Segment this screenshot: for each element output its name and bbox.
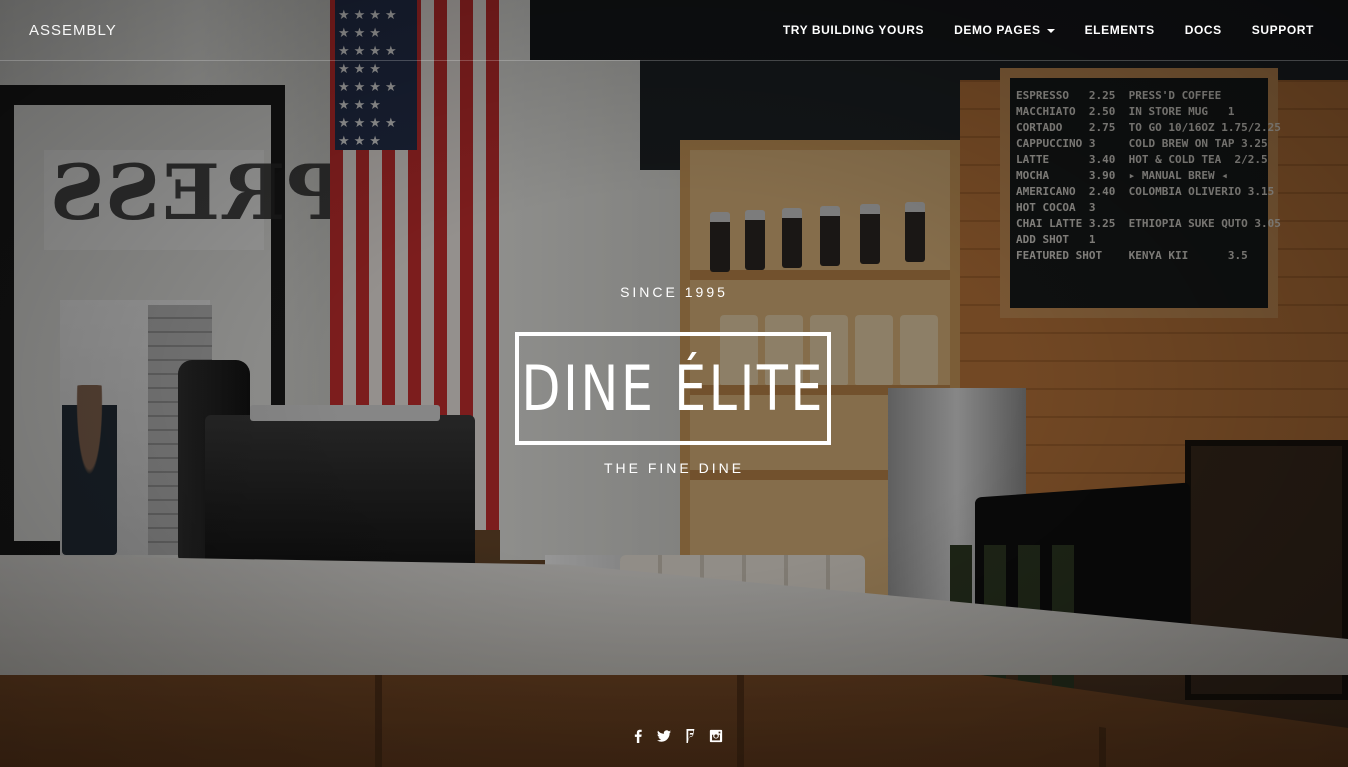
hero-since-text: SINCE 1995 bbox=[620, 284, 728, 300]
hero-title-box: DINE ÉLITE bbox=[515, 332, 831, 445]
nav-link-label: DEMO PAGES bbox=[954, 23, 1041, 37]
nav-link-label: TRY BUILDING YOURS bbox=[782, 23, 925, 37]
nav-link-docs[interactable]: DOCS bbox=[1185, 23, 1222, 37]
facebook-icon[interactable] bbox=[630, 728, 646, 744]
hero-tagline: THE FINE DINE bbox=[603, 460, 745, 476]
hero-title: DINE ÉLITE bbox=[521, 352, 825, 425]
twitter-icon[interactable] bbox=[656, 728, 672, 744]
nav-link-label: SUPPORT bbox=[1251, 23, 1314, 37]
nav-link-demo-pages[interactable]: DEMO PAGES bbox=[954, 23, 1055, 37]
nav-link-try-building[interactable]: TRY BUILDING YOURS bbox=[783, 23, 924, 37]
nav-link-elements[interactable]: ELEMENTS bbox=[1085, 23, 1155, 37]
top-navbar: ASSEMBLY TRY BUILDING YOURS DEMO PAGES E… bbox=[0, 0, 1348, 61]
brand-logo-link[interactable]: ASSEMBLY bbox=[29, 22, 117, 39]
social-links bbox=[630, 728, 724, 744]
caret-down-icon bbox=[1046, 28, 1055, 33]
nav-link-support[interactable]: SUPPORT bbox=[1252, 23, 1314, 37]
nav-link-label: DOCS bbox=[1184, 23, 1222, 37]
nav-link-label: ELEMENTS bbox=[1084, 23, 1155, 37]
foursquare-icon[interactable] bbox=[682, 728, 698, 744]
instagram-icon[interactable] bbox=[708, 728, 724, 744]
nav-links: TRY BUILDING YOURS DEMO PAGES ELEMENTS D… bbox=[783, 23, 1314, 37]
